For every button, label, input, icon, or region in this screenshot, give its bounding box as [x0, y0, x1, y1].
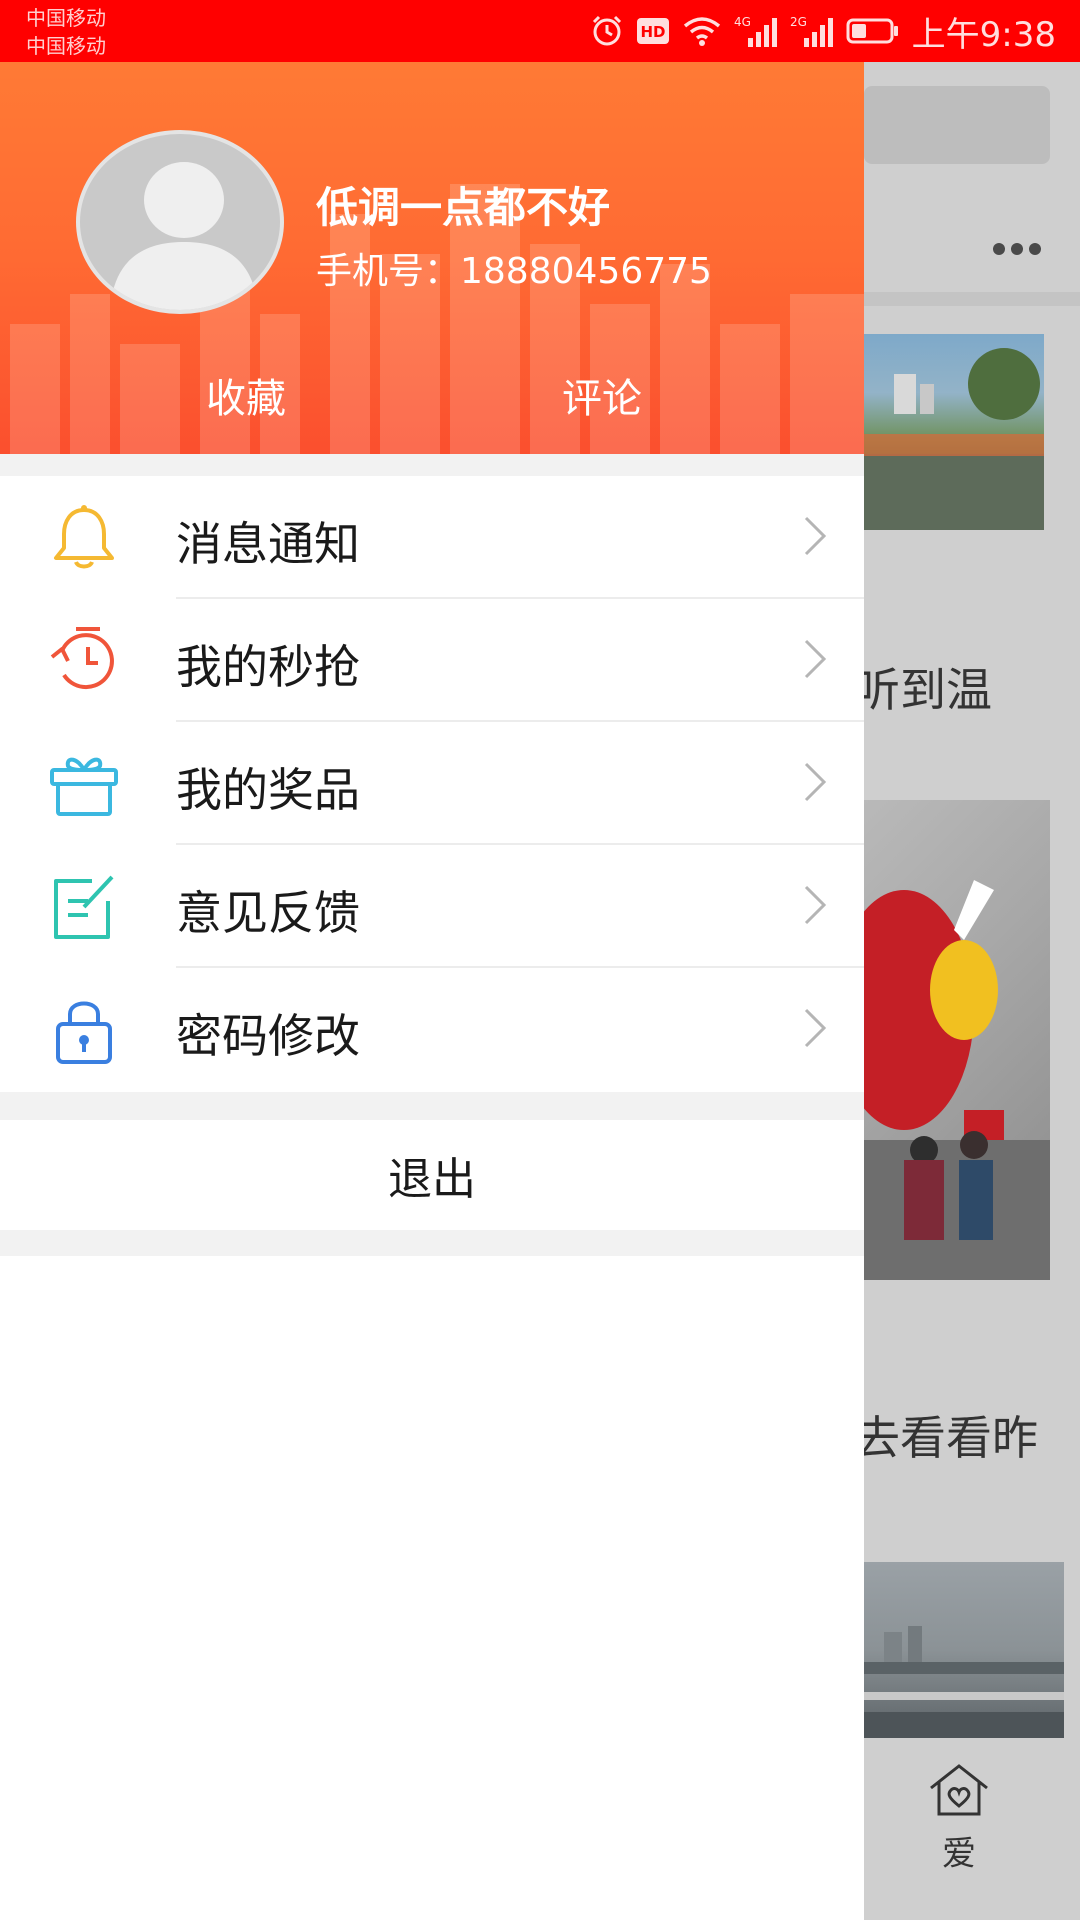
bell-icon	[54, 505, 114, 569]
carrier-label: 中国移动	[26, 6, 106, 30]
menu-label: 意见反馈	[176, 886, 360, 940]
menu-label: 我的奖品	[176, 763, 360, 817]
comments-link[interactable]: 评论	[562, 366, 642, 424]
chevron-right-icon	[804, 762, 827, 802]
chevron-right-icon	[804, 639, 827, 679]
battery-icon	[846, 18, 898, 44]
menu-item-notifications[interactable]: 消息通知	[0, 476, 864, 599]
tab-love[interactable]: 爱	[914, 1762, 1004, 1875]
svg-text:4G: 4G	[734, 15, 751, 29]
timer-icon	[50, 627, 114, 690]
logout-button[interactable]: 退出	[0, 1120, 864, 1230]
menu-item-feedback[interactable]: 意见反馈	[0, 845, 864, 968]
feedback-icon	[54, 875, 114, 939]
gift-icon	[50, 757, 118, 816]
avatar[interactable]	[76, 130, 284, 314]
background-page: 听到温 去看看昨 爱	[864, 62, 1080, 1920]
menu-item-flash-sale[interactable]: 我的秒抢	[0, 599, 864, 722]
status-icons: HD 4G 2G 上午9:38	[590, 10, 1056, 55]
tab-label: 爱	[942, 1834, 976, 1874]
username: 低调一点都不好	[316, 183, 611, 232]
signal-icon: 2G	[790, 15, 833, 47]
wifi-icon	[683, 17, 720, 46]
divider	[864, 292, 1080, 306]
chevron-right-icon	[804, 1008, 827, 1048]
section-gap	[0, 1092, 864, 1120]
phone-number: 手机号：18880456775	[316, 251, 712, 292]
lock-icon	[56, 1001, 112, 1064]
news-title-fragment: 听到温	[864, 663, 992, 717]
menu-label: 我的秒抢	[176, 640, 360, 694]
alarm-icon	[592, 15, 621, 46]
more-icon	[992, 230, 1042, 263]
menu-label: 消息通知	[176, 517, 360, 571]
news-thumbnail	[864, 334, 1044, 530]
menu-item-prizes[interactable]: 我的奖品	[0, 722, 864, 845]
status-time: 上午9:38	[911, 14, 1056, 55]
background-search-bar	[864, 86, 1050, 164]
news-thumbnail	[864, 800, 1050, 1280]
news-thumbnail	[864, 1562, 1064, 1738]
favorites-link[interactable]: 收藏	[206, 366, 286, 424]
section-gap	[0, 1230, 864, 1256]
hd-icon: HD	[636, 18, 669, 44]
menu-label: 密码修改	[176, 1009, 360, 1063]
status-bar: 中国移动 中国移动 HD 4G 2G 上午9:38	[0, 0, 1080, 62]
chevron-right-icon	[804, 885, 827, 925]
news-title-fragment: 去看看昨	[864, 1411, 1038, 1465]
section-gap	[0, 454, 864, 476]
navigation-drawer: 低调一点都不好 手机号：18880456775 收藏 评论 消息通知 我的秒抢	[0, 62, 864, 1920]
drawer-header: 低调一点都不好 手机号：18880456775 收藏 评论	[0, 62, 864, 454]
chevron-right-icon	[804, 516, 827, 556]
drawer-menu: 消息通知 我的秒抢 我的奖品 意见反馈 密码修改	[0, 476, 864, 1091]
svg-text:2G: 2G	[790, 15, 807, 29]
home-heart-icon	[930, 1764, 988, 1816]
logout-label: 退出	[388, 1154, 476, 1205]
svg-text:HD: HD	[640, 23, 665, 41]
signal-icon: 4G	[734, 15, 777, 47]
user-icon	[110, 162, 258, 310]
carrier-label: 中国移动	[26, 34, 106, 58]
menu-item-change-password[interactable]: 密码修改	[0, 968, 864, 1091]
